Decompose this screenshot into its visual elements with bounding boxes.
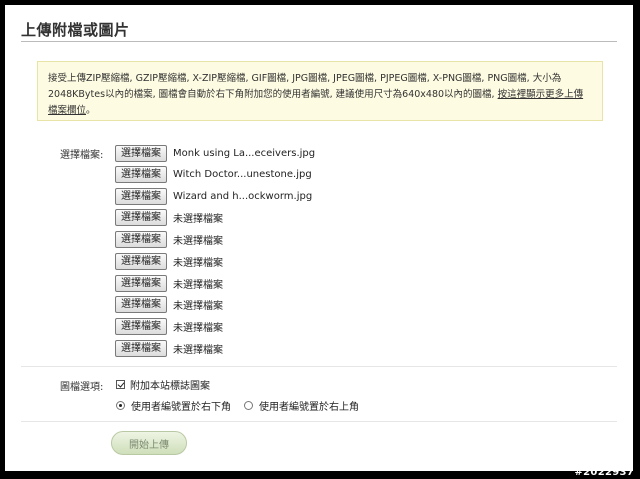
radio-bottom-right-label: 使用者編號置於右下角 [131, 402, 231, 413]
choose-file-button[interactable]: 選擇檔案 [115, 187, 167, 205]
file-name: Wizard and h...ockworm.jpg [173, 190, 313, 202]
radio-top-right-option[interactable]: 使用者編號置於右上角 [244, 398, 359, 413]
file-name: 未選擇檔案 [173, 235, 223, 247]
file-name: Monk using La...eceivers.jpg [173, 147, 316, 159]
file-select-label: 選擇檔案: [60, 150, 104, 161]
file-row: 選擇檔案 未選擇檔案 [115, 274, 223, 292]
radio-top-right[interactable] [244, 401, 253, 410]
section-divider [21, 366, 617, 367]
file-name: 未選擇檔案 [173, 213, 223, 225]
section-divider [21, 421, 617, 422]
file-name: 未選擇檔案 [173, 344, 223, 356]
choose-file-button[interactable]: 選擇檔案 [115, 317, 167, 335]
choose-file-button[interactable]: 選擇檔案 [115, 208, 167, 226]
watermark-option[interactable]: 附加本站標誌圖案 [116, 377, 210, 392]
file-name: 未選擇檔案 [173, 279, 223, 291]
file-row: 選擇檔案 Witch Doctor...unestone.jpg [115, 165, 312, 183]
choose-file-button[interactable]: 選擇檔案 [115, 295, 167, 313]
title-divider [21, 41, 617, 42]
file-row: 選擇檔案 Monk using La...eceivers.jpg [115, 144, 315, 162]
file-name: 未選擇檔案 [173, 322, 223, 334]
radio-bottom-right-option[interactable]: 使用者編號置於右下角 [116, 398, 231, 413]
choose-file-button[interactable]: 選擇檔案 [115, 230, 167, 248]
file-name: 未選擇檔案 [173, 300, 223, 312]
file-name: Witch Doctor...unestone.jpg [173, 168, 312, 180]
upload-notice: 接受上傳ZIP壓縮檔, GZIP壓縮檔, X-ZIP壓縮檔, GIF圖檔, JP… [37, 61, 603, 121]
file-row: 選擇檔案 未選擇檔案 [115, 230, 223, 248]
choose-file-button[interactable]: 選擇檔案 [115, 252, 167, 270]
choose-file-button[interactable]: 選擇檔案 [115, 274, 167, 292]
upload-panel: 上傳附檔或圖片 接受上傳ZIP壓縮檔, GZIP壓縮檔, X-ZIP壓縮檔, G… [5, 5, 633, 471]
file-row: 選擇檔案 未選擇檔案 [115, 295, 223, 313]
file-name: 未選擇檔案 [173, 257, 223, 269]
image-watermark: #2022937 [574, 467, 634, 478]
image-options-label: 圖檔選項: [60, 382, 104, 393]
radio-bottom-right[interactable] [116, 401, 125, 410]
file-row: 選擇檔案 未選擇檔案 [115, 208, 223, 226]
file-row: 選擇檔案 未選擇檔案 [115, 252, 223, 270]
file-row: 選擇檔案 未選擇檔案 [115, 317, 223, 335]
choose-file-button[interactable]: 選擇檔案 [115, 165, 167, 183]
notice-text: 接受上傳ZIP壓縮檔, GZIP壓縮檔, X-ZIP壓縮檔, GIF圖檔, JP… [48, 73, 562, 100]
choose-file-button[interactable]: 選擇檔案 [115, 339, 167, 357]
choose-file-button[interactable]: 選擇檔案 [115, 144, 167, 162]
page-title: 上傳附檔或圖片 [21, 21, 130, 39]
file-row: 選擇檔案 Wizard and h...ockworm.jpg [115, 187, 312, 205]
watermark-checkbox[interactable] [116, 380, 125, 389]
start-upload-button[interactable]: 開始上傳 [111, 431, 187, 455]
watermark-checkbox-label: 附加本站標誌圖案 [130, 381, 210, 392]
radio-top-right-label: 使用者編號置於右上角 [259, 402, 359, 413]
notice-end: 。 [86, 105, 96, 116]
file-row: 選擇檔案 未選擇檔案 [115, 339, 223, 357]
